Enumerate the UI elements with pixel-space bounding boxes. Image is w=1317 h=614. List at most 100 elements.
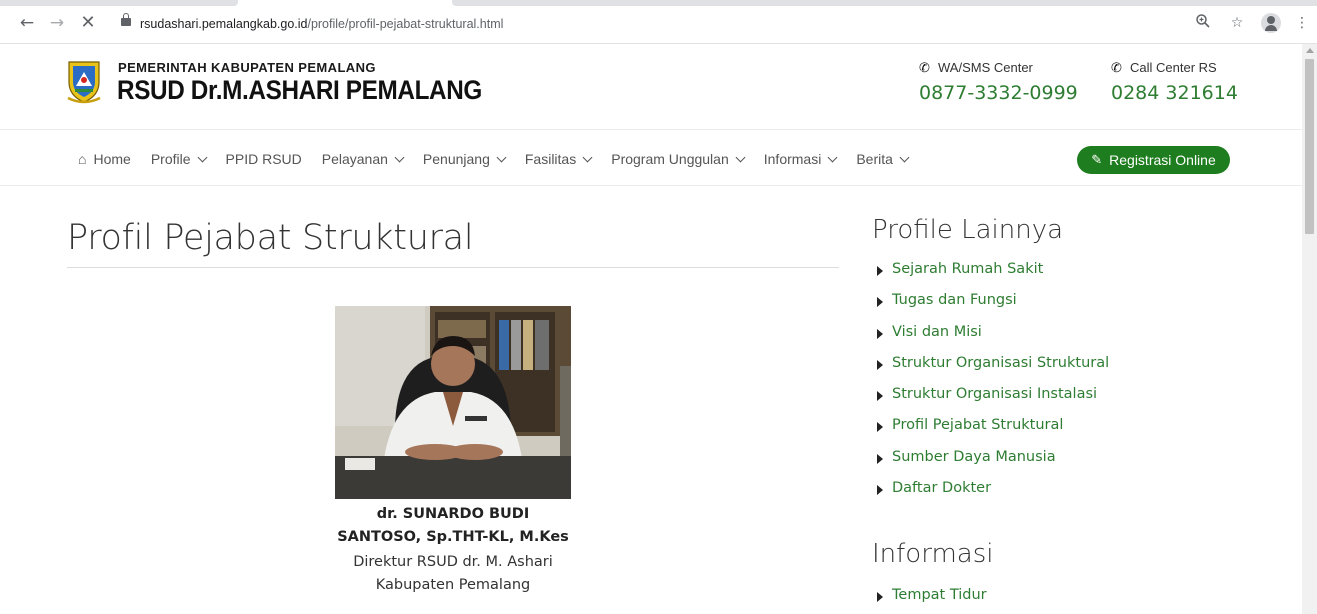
sidebar-link-label: Struktur Organisasi Instalasi: [892, 386, 1098, 403]
director-position: Direktur RSUD dr. M. Ashari Kabupaten Pe…: [303, 551, 603, 597]
page-scrollbar[interactable]: [1302, 44, 1317, 614]
triangle-right-icon: [877, 359, 883, 370]
sidebar-link-tempat-tidur[interactable]: Tempat Tidur: [877, 587, 987, 614]
page-title: Profil Pejabat Struktural: [67, 218, 474, 258]
sidebar-link-label: Profil Pejabat Struktural: [892, 417, 1064, 434]
url-path: /profile/profil-pejabat-struktural.html: [307, 17, 504, 31]
sidebar-link-sdm[interactable]: Sumber Daya Manusia: [877, 449, 1109, 480]
zoom-icon[interactable]: [1193, 13, 1213, 33]
director-photo: [335, 306, 571, 499]
call-contact: ✆ Call Center RS 0284 321614: [1111, 60, 1238, 104]
main-navigation: ⌂ Home Profile PPID RSUD Pelayanan Penun…: [0, 131, 1302, 186]
sidebar-link-daftar-dokter[interactable]: Daftar Dokter: [877, 480, 1109, 511]
back-icon[interactable]: ←: [18, 14, 36, 32]
title-divider: [67, 267, 839, 268]
nav-label: Profile: [150, 151, 191, 167]
site-header: PEMERINTAH KABUPATEN PEMALANG RSUD Dr.M.…: [0, 44, 1302, 130]
registrasi-label: Registrasi Online: [1109, 152, 1216, 168]
chevron-down-icon: [899, 152, 910, 162]
triangle-right-icon: [877, 592, 883, 602]
url-host: rsudashari.pemalangkab.go.id: [140, 17, 308, 31]
home-icon: ⌂: [78, 151, 87, 167]
nav-label: Program Unggulan: [611, 151, 729, 167]
info-links-list: Tempat Tidur: [877, 587, 987, 614]
tab-inactive-right[interactable]: [452, 0, 1317, 6]
nav-informasi[interactable]: Informasi: [763, 151, 838, 167]
sidebar-link-profil-pejabat[interactable]: Profil Pejabat Struktural: [877, 417, 1109, 448]
director-position-line1: Direktur RSUD dr. M. Ashari: [353, 554, 553, 570]
tab-inactive-left[interactable]: [0, 0, 238, 6]
sidebar-link-label: Sejarah Rumah Sakit: [892, 261, 1044, 277]
pemalang-logo[interactable]: [66, 58, 102, 104]
sidebar-link-label: Tempat Tidur: [892, 587, 987, 603]
tab-strip: [0, 0, 1317, 6]
profile-icon[interactable]: [1261, 13, 1281, 33]
profile-links-list: Sejarah Rumah Sakit Tugas dan Fungsi Vis…: [877, 261, 1109, 511]
chevron-down-icon: [496, 152, 507, 162]
sidebar-link-label: Tugas dan Fungsi: [892, 292, 1017, 309]
chevron-down-icon: [735, 152, 746, 162]
nav-label: Penunjang: [422, 151, 490, 167]
nav-fasilitas[interactable]: Fasilitas: [524, 151, 593, 167]
stop-icon[interactable]: ✕: [79, 14, 97, 32]
address-bar[interactable]: rsudashari.pemalangkab.go.id/profile/pro…: [140, 17, 503, 31]
nav-home[interactable]: ⌂ Home: [78, 151, 131, 167]
triangle-right-icon: [877, 422, 883, 433]
nav-ppid-rsud[interactable]: PPID RSUD: [226, 151, 302, 167]
informasi-heading: Informasi: [872, 539, 994, 569]
forward-icon[interactable]: →: [48, 14, 66, 32]
sidebar-link-label: Visi dan Misi: [892, 323, 982, 340]
nav-label: Home: [93, 151, 131, 167]
nav-label: Fasilitas: [524, 151, 577, 167]
chevron-down-icon: [582, 152, 593, 162]
brand-subtitle: PEMERINTAH KABUPATEN PEMALANG: [118, 60, 376, 75]
director-name-line1: dr. SUNARDO BUDI: [376, 506, 530, 522]
nav-label: PPID RSUD: [225, 151, 302, 167]
wa-contact: ✆ WA/SMS Center 0877-3332-0999: [919, 60, 1078, 104]
menu-icon[interactable]: ⋮: [1295, 13, 1309, 33]
phone-icon: ✆: [919, 59, 930, 75]
nav-program-unggulan[interactable]: Program Unggulan: [611, 151, 746, 167]
nav-label: Pelayanan: [321, 151, 388, 167]
nav-label: Informasi: [763, 151, 822, 167]
pencil-icon: ✎: [1091, 152, 1103, 167]
triangle-right-icon: [877, 266, 883, 276]
star-icon[interactable]: ☆: [1227, 13, 1247, 33]
triangle-right-icon: [877, 391, 883, 402]
scroll-up-icon[interactable]: [1306, 48, 1314, 53]
chevron-down-icon: [197, 152, 207, 162]
director-name: dr. SUNARDO BUDI SANTOSO, Sp.THT-KL, M.K…: [303, 503, 603, 549]
wa-number[interactable]: 0877-3332-0999: [919, 82, 1078, 104]
sidebar-link-label: Daftar Dokter: [892, 480, 992, 497]
director-position-line2: Kabupaten Pemalang: [375, 577, 531, 593]
sidebar-link-label: Sumber Daya Manusia: [892, 448, 1056, 465]
nav-pelayanan[interactable]: Pelayanan: [321, 151, 405, 167]
call-label: Call Center RS: [1130, 60, 1217, 75]
lock-icon[interactable]: [121, 13, 131, 27]
brand-title[interactable]: RSUD Dr.M.ASHARI PEMALANG: [117, 75, 482, 106]
browser-toolbar: ← → ✕ rsudashari.pemalangkab.go.id/profi…: [0, 0, 1317, 44]
chevron-down-icon: [394, 152, 405, 162]
nav-label: Berita: [856, 151, 893, 167]
sidebar-link-struktur-instalasi[interactable]: Struktur Organisasi Instalasi: [877, 386, 1109, 417]
nav-penunjang[interactable]: Penunjang: [422, 151, 507, 167]
call-number[interactable]: 0284 321614: [1111, 82, 1238, 104]
chevron-down-icon: [827, 152, 838, 162]
triangle-right-icon: [877, 453, 883, 464]
nav-berita[interactable]: Berita: [856, 151, 910, 167]
nav-profile[interactable]: Profile: [150, 151, 207, 167]
wa-label: WA/SMS Center: [938, 60, 1033, 75]
sidebar-link-tugas-fungsi[interactable]: Tugas dan Fungsi: [877, 292, 1109, 323]
phone-icon: ✆: [1111, 59, 1122, 75]
sidebar-link-label: Struktur Organisasi Struktural: [892, 354, 1110, 371]
registrasi-online-button[interactable]: ✎ Registrasi Online: [1077, 146, 1230, 174]
scrollbar-thumb[interactable]: [1305, 59, 1314, 234]
profile-lainnya-heading: Profile Lainnya: [872, 215, 1064, 245]
triangle-right-icon: [877, 328, 883, 339]
triangle-right-icon: [877, 485, 883, 496]
director-name-line2: SANTOSO, Sp.THT-KL, M.Kes: [337, 529, 569, 545]
sidebar-link-struktur-struktural[interactable]: Struktur Organisasi Struktural: [877, 355, 1109, 386]
sidebar-link-visi-misi[interactable]: Visi dan Misi: [877, 324, 1109, 355]
browser-actions: ☆ ⋮: [1193, 13, 1309, 33]
sidebar-link-sejarah[interactable]: Sejarah Rumah Sakit: [877, 261, 1109, 292]
